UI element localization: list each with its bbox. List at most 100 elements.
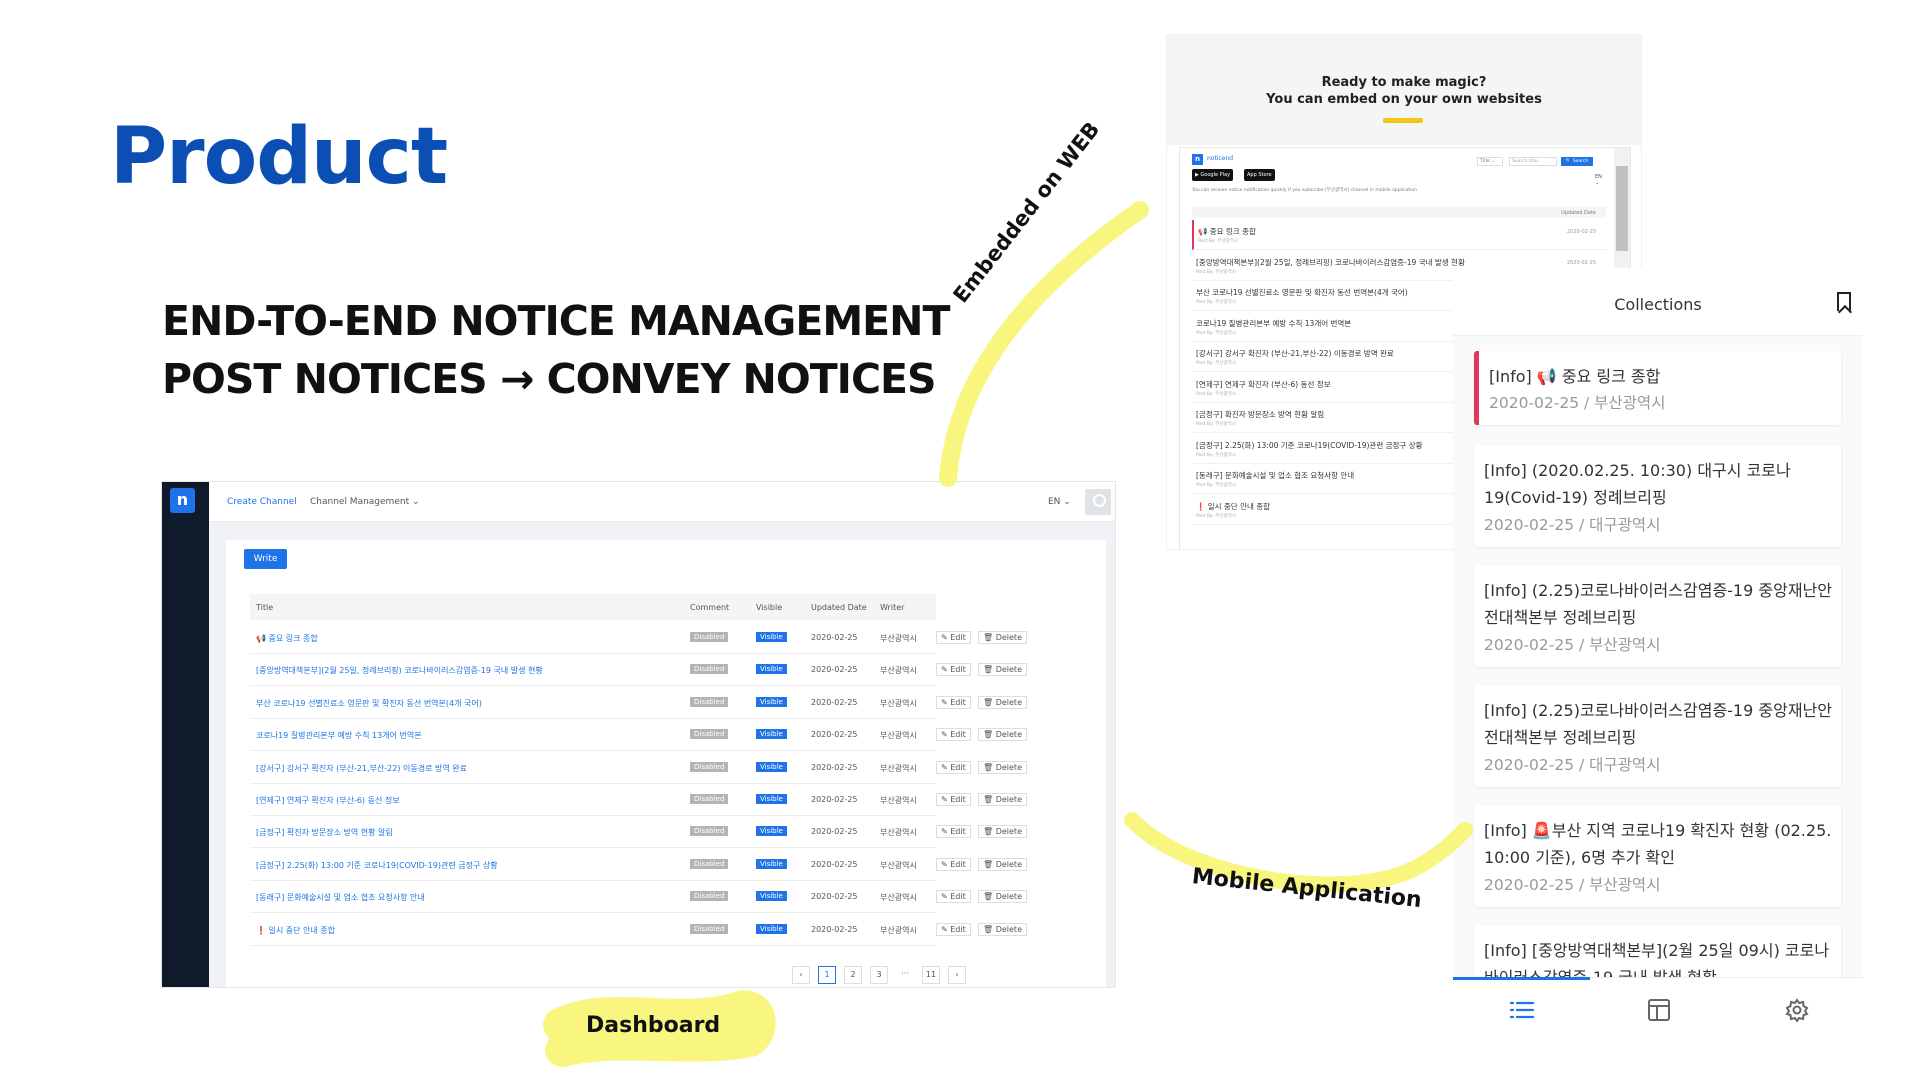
edit-button[interactable]: ✎ Edit xyxy=(936,760,971,774)
pagination-item[interactable]: 3 xyxy=(870,966,888,984)
visible-status-badge[interactable]: Visible xyxy=(756,891,787,902)
edit-button[interactable]: ✎ Edit xyxy=(936,793,971,806)
notice-card-meta: 2020-02-25 / 대구광역시 xyxy=(1484,516,1661,534)
visible-status-badge[interactable]: Visible xyxy=(756,858,787,869)
hero-line-1: Ready to make magic? xyxy=(1321,75,1487,90)
edit-button[interactable]: ✎ Edit xyxy=(936,663,971,677)
visible-status-badge[interactable]: Visible xyxy=(756,761,787,772)
bookmark-icon[interactable] xyxy=(1837,292,1851,311)
notice-card[interactable]: [Info] (2.25)코로나바이러스감염증-19 중앙재난안전대책본부 정례… xyxy=(1474,565,1841,667)
column-visible: Visible xyxy=(756,603,783,612)
list-icon[interactable] xyxy=(1509,998,1535,1022)
pagination-item[interactable]: ‹ xyxy=(792,966,810,984)
notice-card-title: [Info] (2.25)코로나바이러스감염증-19 중앙재난안전대책본부 정례… xyxy=(1484,581,1832,627)
embed-notice-title: ❗ 일시 중단 안내 종합 xyxy=(1196,501,1271,511)
nav-channel-management[interactable]: Channel Management ⌄ xyxy=(310,497,420,507)
delete-button[interactable]: 🗑 Delete xyxy=(978,760,1027,774)
table-row[interactable]: [중앙방역대책본부](2월 25일, 정례브리핑) 코로나바이러스감염증-19 … xyxy=(250,654,1027,687)
embed-language-select[interactable]: EN ⌄ xyxy=(1595,174,1606,186)
delete-button[interactable]: 🗑 Delete xyxy=(978,663,1027,677)
visible-status-badge[interactable]: Visible xyxy=(756,923,787,934)
visible-status-badge[interactable]: Visible xyxy=(756,729,787,740)
delete-button[interactable]: 🗑 Delete xyxy=(978,631,1027,644)
app-store-badge[interactable]: App Store xyxy=(1244,169,1275,181)
table-row[interactable]: 부산 코로나19 선별진료소 영문판 및 확진자 동선 번역본(4개 국어) Di… xyxy=(250,687,1027,719)
table-row[interactable]: 📢 중요 링크 종합 Disabled Visible 2020-02-25 부산광역시… xyxy=(250,622,1027,654)
language-select[interactable]: EN ⌄ xyxy=(1048,497,1071,507)
slide-title: Product xyxy=(110,112,448,202)
visible-status-badge[interactable]: Visible xyxy=(756,696,787,707)
writer: 부산광역시 xyxy=(880,634,917,643)
pagination-item[interactable]: 11 xyxy=(922,966,940,984)
embed-post-by: Post By: 부산광역시 xyxy=(1196,269,1236,275)
notice-card[interactable]: [Info] 📢 중요 링크 종합 2020-02-25 / 부산광역시 xyxy=(1474,351,1841,425)
notice-title-link[interactable]: [금정구] 확진자 방문장소 방역 현황 알림 xyxy=(256,827,393,838)
notice-title-link[interactable]: ❗ 일시 중단 안내 종합 xyxy=(256,925,335,936)
pagination-item[interactable]: ··· xyxy=(896,966,914,984)
notice-title-link[interactable]: [동래구] 문화예술시설 및 업소 협조 요청사항 안내 xyxy=(256,892,425,903)
delete-button[interactable]: 🗑 Delete xyxy=(978,890,1027,904)
comment-status-badge: Disabled xyxy=(690,858,729,869)
pagination-item[interactable]: › xyxy=(948,966,966,984)
delete-button[interactable]: 🗑 Delete xyxy=(978,825,1027,839)
table-row[interactable]: [강서구] 강서구 확진자 (부산-21,부산-22) 이동경로 방역 완료 Di… xyxy=(250,752,1027,784)
notice-title-link[interactable]: [강서구] 강서구 확진자 (부산-21,부산-22) 이동경로 방역 완료 xyxy=(256,763,467,774)
table-row[interactable]: [연제구] 연제구 확진자 (부산-6) 동선 정보 Disabled Visibl… xyxy=(250,784,1027,816)
visible-status-badge[interactable]: Visible xyxy=(756,794,787,804)
notice-title-link[interactable]: [중앙방역대책본부](2월 25일, 정례브리핑) 코로나바이러스감염증-19 … xyxy=(256,665,543,676)
edit-button[interactable]: ✎ Edit xyxy=(936,922,971,936)
embed-notice-title: [동래구] 문화예술시설 및 업소 협조 요청사항 안내 xyxy=(1196,471,1355,480)
notice-title-link[interactable]: 코로나19 질병관리본부 예방 수칙 13개어 번역본 xyxy=(256,730,422,741)
hero-line-2: You can embed on your own websites xyxy=(1266,92,1542,107)
delete-button[interactable]: 🗑 Delete xyxy=(978,793,1027,806)
notice-card[interactable]: [Info] (2.25)코로나바이러스감염증-19 중앙재난안전대책본부 정례… xyxy=(1474,685,1841,787)
delete-button[interactable]: 🗑 Delete xyxy=(978,922,1027,936)
embed-notice-title: [금정구] 2.25(화) 13:00 기준 코로나19(COVID-19)관련… xyxy=(1196,440,1423,450)
write-button[interactable]: Write xyxy=(244,549,287,569)
google-play-badge[interactable]: ▶ Google Play xyxy=(1192,169,1234,181)
user-avatar-icon[interactable] xyxy=(1085,489,1111,515)
gear-icon[interactable] xyxy=(1784,998,1810,1022)
table-row[interactable]: [동래구] 문화예술시설 및 업소 협조 요청사항 안내 Disabled Visi… xyxy=(250,881,1027,914)
scrollbar-thumb[interactable] xyxy=(1616,166,1628,251)
embed-description: You can receive notice notification quic… xyxy=(1192,188,1417,193)
edit-button[interactable]: ✎ Edit xyxy=(936,890,971,904)
visible-status-badge[interactable]: Visible xyxy=(756,664,787,675)
notice-card[interactable]: [Info] 🚨부산 지역 코로나19 확진자 현황 (02.25. 10:00… xyxy=(1474,805,1841,907)
edit-button[interactable]: ✎ Edit xyxy=(936,631,971,644)
delete-button[interactable]: 🗑 Delete xyxy=(978,695,1027,709)
title-select[interactable]: Title ⌄ xyxy=(1477,157,1503,166)
updated-date: 2020-02-25 xyxy=(811,633,858,642)
noticend-logo[interactable]: n xyxy=(170,488,195,513)
visible-status-badge[interactable]: Visible xyxy=(756,826,787,837)
table-row[interactable]: [금정구] 확진자 방문장소 방역 현황 알림 Disabled Visible 20… xyxy=(250,816,1027,849)
label-embedded-on-web: Embedded on WEB xyxy=(948,117,1105,308)
embed-list-item[interactable]: 📢 중요 링크 종합 Post By: 부산광역시 2020-02-25 xyxy=(1192,220,1606,250)
edit-button[interactable]: ✎ Edit xyxy=(936,825,971,839)
nav-create-channel[interactable]: Create Channel xyxy=(227,497,297,507)
pagination-item[interactable]: 1 xyxy=(818,966,836,984)
search-button[interactable]: 🔍 Search xyxy=(1561,157,1593,166)
table-row[interactable]: [금정구] 2.25(화) 13:00 기준 코로나19(COVID-19)관련… xyxy=(250,849,1027,881)
search-input[interactable]: Search title... xyxy=(1509,157,1557,166)
table-row[interactable]: 코로나19 질병관리본부 예방 수칙 13개어 번역본 Disabled Visib… xyxy=(250,719,1027,752)
delete-button[interactable]: 🗑 Delete xyxy=(978,728,1027,742)
notice-title-link[interactable]: 📢 중요 링크 종합 xyxy=(256,633,318,644)
comment-status-badge: Disabled xyxy=(690,794,729,804)
notice-title-link[interactable]: [금정구] 2.25(화) 13:00 기준 코로나19(COVID-19)관련… xyxy=(256,860,498,871)
table-row[interactable]: ❗ 일시 중단 안내 종합 Disabled Visible 2020-02-25 부산… xyxy=(250,914,1027,946)
edit-button[interactable]: ✎ Edit xyxy=(936,695,971,709)
layout-icon[interactable] xyxy=(1646,998,1672,1022)
embed-notice-title: 📢 중요 링크 종합 xyxy=(1198,227,1256,236)
embed-header: n noticend ▶ Google Play App Store You c… xyxy=(1192,154,1606,202)
visible-status-badge[interactable]: Visible xyxy=(756,632,787,642)
notice-card[interactable]: [Info] (2020.02.25. 10:30) 대구시 코로나19(Cov… xyxy=(1474,445,1841,547)
edit-button[interactable]: ✎ Edit xyxy=(936,857,971,871)
writer: 부산광역시 xyxy=(880,893,917,903)
delete-button[interactable]: 🗑 Delete xyxy=(978,857,1027,871)
writer: 부산광역시 xyxy=(880,860,917,870)
notice-title-link[interactable]: 부산 코로나19 선별진료소 영문판 및 확진자 동선 번역본(4개 국어) xyxy=(256,698,482,709)
edit-button[interactable]: ✎ Edit xyxy=(936,728,971,742)
pagination-item[interactable]: 2 xyxy=(844,966,862,984)
notice-title-link[interactable]: [연제구] 연제구 확진자 (부산-6) 동선 정보 xyxy=(256,795,400,806)
